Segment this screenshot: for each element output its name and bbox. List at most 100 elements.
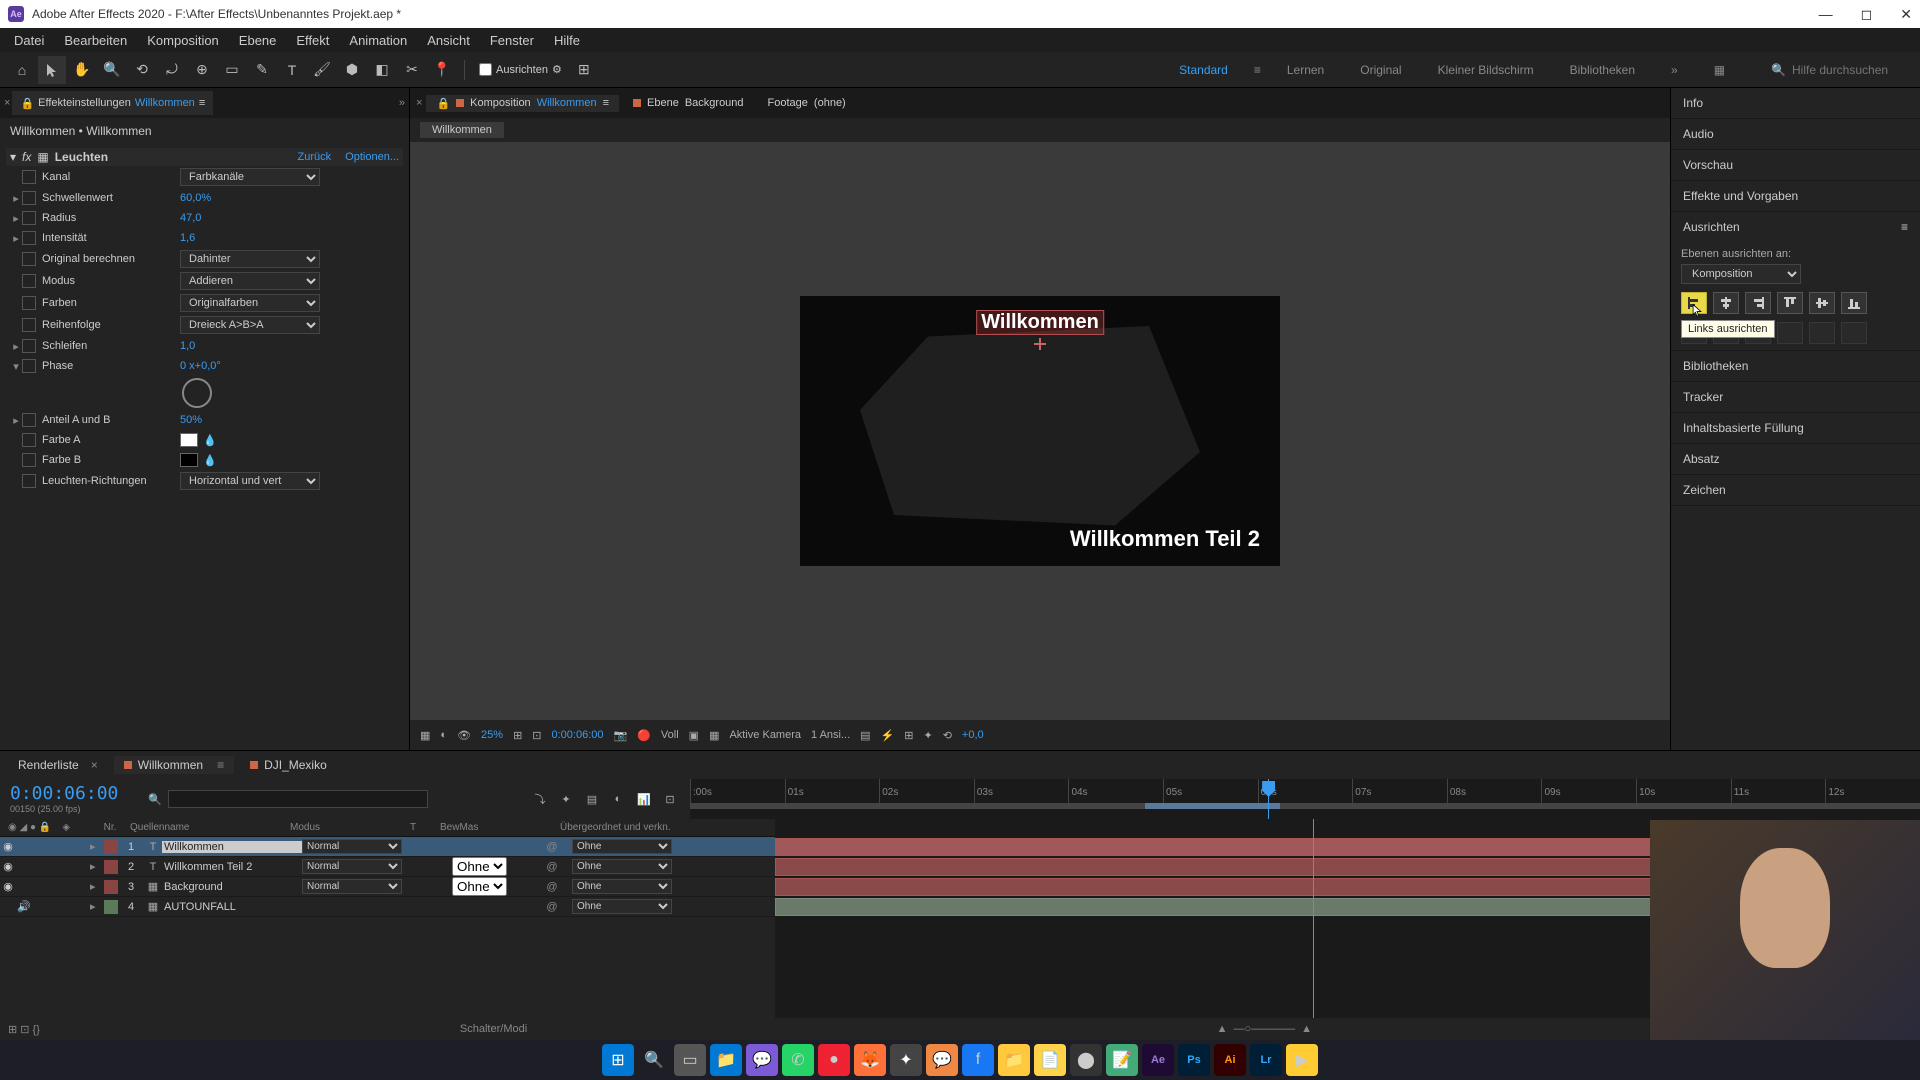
hand-tool[interactable]: ✋ (68, 56, 96, 84)
timeline-tab-willkommen[interactable]: Willkommen≡ (114, 756, 234, 774)
audio-panel-header[interactable]: Audio (1671, 119, 1920, 149)
workspace-standard[interactable]: Standard (1169, 63, 1238, 77)
menu-animation[interactable]: Animation (339, 33, 417, 48)
eye-icon[interactable]: 👁 (457, 729, 471, 742)
help-search-input[interactable] (1792, 63, 1912, 77)
workspace-original[interactable]: Original (1350, 63, 1411, 77)
orbit-tool[interactable]: ⟲ (128, 56, 156, 84)
resolution-dropdown[interactable]: Voll (661, 729, 679, 741)
guides-icon[interactable]: ⊡ (532, 729, 541, 742)
twirl-icon[interactable]: ▸ (10, 212, 22, 225)
align-left-button[interactable] (1681, 292, 1707, 314)
stopwatch-kanal[interactable] (22, 170, 36, 184)
pen-tool[interactable]: ✎ (248, 56, 276, 84)
prop-anteil-value[interactable]: 50% (180, 414, 202, 426)
taskbar-search[interactable]: 🔍 (638, 1044, 670, 1076)
menu-komposition[interactable]: Komposition (137, 33, 229, 48)
frameblend-icon[interactable]: ▤ (582, 790, 602, 808)
channels-icon[interactable]: 🔴 (637, 729, 651, 742)
prop-reihenfolge-select[interactable]: Dreieck A>B>A (180, 316, 320, 334)
rect-tool[interactable]: ▭ (218, 56, 246, 84)
workspace-bibliotheken[interactable]: Bibliotheken (1560, 63, 1645, 77)
blend-mode-select[interactable]: Normal (302, 859, 402, 874)
layer-twirl-icon[interactable]: ▸ (90, 900, 104, 913)
views-dropdown[interactable]: 1 Ansi... (811, 729, 850, 741)
time-ruler[interactable]: :00s 01s 02s 03s 04s 05s 06s 07s 08s 09s… (690, 779, 1920, 819)
parent-select[interactable]: Ohne (572, 899, 672, 914)
align-hcenter-button[interactable] (1713, 292, 1739, 314)
menu-fenster[interactable]: Fenster (480, 33, 544, 48)
taskbar-app3[interactable]: ✦ (890, 1044, 922, 1076)
layer-name[interactable]: AUTOUNFALL (162, 901, 302, 913)
info-panel-header[interactable]: Info (1671, 88, 1920, 118)
twirl-icon[interactable]: ▸ (10, 232, 22, 245)
minimize-button[interactable]: — (1819, 6, 1833, 23)
panel-menu-icon[interactable]: × (4, 97, 10, 109)
prop-farben-select[interactable]: Originalfarben (180, 294, 320, 312)
align-vcenter-button[interactable] (1809, 292, 1835, 314)
panel-overflow-icon[interactable]: » (399, 97, 405, 109)
layer-twirl-icon[interactable]: ▸ (90, 840, 104, 853)
taskbar-illustrator[interactable]: Ai (1214, 1044, 1246, 1076)
reset-exposure-icon[interactable]: ⟲ (943, 729, 952, 742)
maximize-button[interactable]: ◻ (1861, 6, 1873, 23)
twirl-icon[interactable]: ▸ (10, 192, 22, 205)
comp-tab-willkommen[interactable]: 🔒 Komposition Willkommen ≡ (426, 95, 619, 112)
pickwhip-icon[interactable]: @ (532, 861, 572, 873)
farbeB-swatch[interactable] (180, 453, 198, 467)
menu-hilfe[interactable]: Hilfe (544, 33, 590, 48)
visibility-toggle[interactable]: ◉ (0, 840, 16, 853)
pickwhip-icon[interactable]: @ (532, 881, 572, 893)
effects-presets-header[interactable]: Effekte und Vorgaben (1671, 181, 1920, 211)
menu-datei[interactable]: Datei (4, 33, 54, 48)
alpha-toggle-icon[interactable]: ◐ (440, 729, 447, 741)
taskbar-app4[interactable]: 📄 (1034, 1044, 1066, 1076)
stopwatch-modus[interactable] (22, 274, 36, 288)
preview-panel-header[interactable]: Vorschau (1671, 150, 1920, 180)
menu-effekt[interactable]: Effekt (286, 33, 339, 48)
parent-select[interactable]: Ohne (572, 879, 672, 894)
prop-intensitaet-value[interactable]: 1,6 (180, 232, 195, 244)
prop-original-select[interactable]: Dahinter (180, 250, 320, 268)
motionblur-icon[interactable]: ◐ (608, 790, 628, 808)
taskbar-whatsapp[interactable]: ✆ (782, 1044, 814, 1076)
eraser-tool[interactable]: ◧ (368, 56, 396, 84)
transparency-icon[interactable]: ▦ (709, 729, 719, 742)
prop-schleifen-value[interactable]: 1,0 (180, 340, 195, 352)
stopwatch-radius[interactable] (22, 211, 36, 225)
workspace-overflow-icon[interactable]: » (1661, 63, 1688, 77)
text-tool[interactable]: T (278, 56, 306, 84)
paragraph-panel-header[interactable]: Absatz (1671, 444, 1920, 474)
puppet-tool[interactable]: 📍 (428, 56, 456, 84)
menu-ansicht[interactable]: Ansicht (417, 33, 480, 48)
layer-name[interactable]: Background (162, 881, 302, 893)
brainstorm-icon[interactable]: ⊡ (660, 790, 680, 808)
stopwatch-schleifen[interactable] (22, 339, 36, 353)
fast-preview-icon[interactable]: ⚡ (881, 729, 895, 742)
comp-breadcrumb[interactable]: Willkommen (420, 122, 504, 138)
align-top-button[interactable] (1777, 292, 1803, 314)
brush-tool[interactable]: 🖌 (308, 56, 336, 84)
footage-tab[interactable]: Footage (ohne) (758, 95, 856, 111)
layer-row[interactable]: ◉ ▸ 3 ▦ Background Normal Ohne @ Ohne (0, 877, 775, 897)
work-area-bar[interactable] (1145, 803, 1280, 809)
tab-menu-icon[interactable]: ≡ (603, 97, 609, 109)
tab-options-icon[interactable]: ≡ (199, 97, 205, 109)
roi-icon[interactable]: ▣ (689, 729, 699, 742)
align-target-select[interactable]: Komposition (1681, 264, 1801, 284)
close-button[interactable]: ✕ (1900, 6, 1912, 23)
layer-color-label[interactable] (104, 840, 118, 854)
stamp-tool[interactable]: ⬢ (338, 56, 366, 84)
zoom-tool[interactable]: 🔍 (98, 56, 126, 84)
effect-header[interactable]: ▾ fx ▦ Leuchten Zurück Optionen... (6, 148, 403, 166)
twirl-icon[interactable]: ▸ (10, 340, 22, 353)
stopwatch-anteil[interactable] (22, 413, 36, 427)
anchor-point-icon[interactable] (1034, 338, 1046, 350)
stopwatch-richtungen[interactable] (22, 474, 36, 488)
effect-controls-tab[interactable]: 🔒 Effekteinstellungen Willkommen ≡ (12, 91, 213, 115)
fx-badge[interactable]: fx (22, 150, 31, 164)
graph-icon[interactable]: 📊 (634, 790, 654, 808)
twirl-icon[interactable]: ▾ (10, 360, 22, 373)
prop-richtungen-select[interactable]: Horizontal und vert (180, 472, 320, 490)
stopwatch-farben[interactable] (22, 296, 36, 310)
